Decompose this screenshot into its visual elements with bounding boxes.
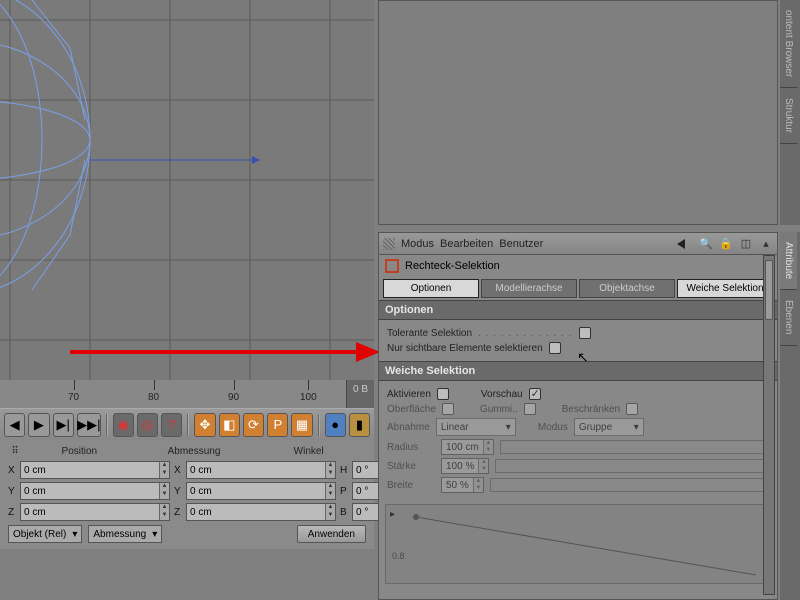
panel-grip-icon[interactable] xyxy=(383,238,395,250)
header-angle: Winkel xyxy=(251,446,366,457)
timeline-ruler[interactable]: 70 80 90 100 0 B xyxy=(0,380,374,408)
tolerant-selection-checkbox[interactable] xyxy=(579,327,591,339)
menu-edit[interactable]: Bearbeiten xyxy=(440,238,493,250)
dim-x-input[interactable]: ▲▼ xyxy=(186,461,336,479)
viewport-3d[interactable] xyxy=(0,0,374,380)
attribute-manager: Modus Bearbeiten Benutzer 🔍 🔒 ◫ ▴ Rechte… xyxy=(378,232,778,600)
side-tabs-bottom: Attribute Ebenen xyxy=(780,232,800,600)
menu-user[interactable]: Benutzer xyxy=(499,238,543,250)
surface-checkbox[interactable] xyxy=(442,403,454,415)
pos-x-input[interactable]: ▲▼ xyxy=(20,461,170,479)
search-icon[interactable]: 🔍 xyxy=(699,237,713,251)
new-window-icon[interactable]: ◫ xyxy=(739,237,753,251)
pos-y-input[interactable]: ▲▼ xyxy=(20,482,170,500)
prev-button[interactable]: ◀ xyxy=(4,413,25,437)
tab-layers[interactable]: Ebenen xyxy=(780,290,797,345)
section-soft-header: Weiche Selektion xyxy=(379,361,777,381)
header-dimension: Abmessung xyxy=(137,446,252,457)
tab-attribute[interactable]: Attribute xyxy=(780,232,797,290)
falloff-combo[interactable]: Linear▾ xyxy=(436,418,516,436)
param-tool-button[interactable]: P xyxy=(267,413,288,437)
apply-button[interactable]: Anwenden xyxy=(297,525,366,543)
side-tabs-top: ontent Browser Struktur xyxy=(780,0,800,225)
tool-name: Rechteck-Selektion xyxy=(405,260,500,272)
width-input[interactable]: 50 %▲▼ xyxy=(441,477,484,493)
strength-input[interactable]: 100 %▲▼ xyxy=(441,458,489,474)
attr-scrollbar[interactable] xyxy=(763,255,775,595)
coord-mode-combo[interactable]: Objekt (Rel) ▾ xyxy=(8,525,82,543)
tab-content-browser[interactable]: ontent Browser xyxy=(780,0,797,88)
anim-tool-button[interactable]: ▦ xyxy=(291,413,312,437)
scale-tool-button[interactable]: ◧ xyxy=(219,413,240,437)
mode-combo[interactable]: Gruppe▾ xyxy=(574,418,644,436)
strength-slider[interactable] xyxy=(495,459,769,473)
rubber-checkbox[interactable] xyxy=(524,403,536,415)
frame-counter: 0 B xyxy=(346,380,374,408)
keyframe-options-button[interactable]: ? xyxy=(161,413,182,437)
tab-soft-selection[interactable]: Weiche Selektion xyxy=(677,279,773,298)
width-slider[interactable] xyxy=(490,478,769,492)
object-manager-panel[interactable] xyxy=(378,0,778,225)
tolerant-selection-label: Tolerante Selektion xyxy=(387,328,472,339)
section-options-header: Optionen xyxy=(379,300,777,320)
playback-toolbar: ◀ ▶ ▶| ▶▶| ◉ ◎ ? ✥ ◧ ⟳ P ▦ ● ▮ xyxy=(0,408,374,440)
lock-icon[interactable]: 🔒 xyxy=(719,237,733,251)
activate-checkbox[interactable] xyxy=(437,388,449,400)
rotate-tool-button[interactable]: ⟳ xyxy=(243,413,264,437)
coordinate-manager: ⠿ Position Abmessung Winkel X▲▼ X▲▼ H▲▼ … xyxy=(0,440,374,549)
falloff-curve[interactable]: ▸ 0.8 xyxy=(385,504,771,584)
menu-mode[interactable]: Modus xyxy=(401,238,434,250)
radius-slider[interactable] xyxy=(500,440,769,454)
coord-dim-combo[interactable]: Abmessung ▾ xyxy=(88,525,162,543)
dim-y-input[interactable]: ▲▼ xyxy=(186,482,336,500)
chevron-up-icon[interactable]: ▴ xyxy=(759,237,773,251)
tab-options[interactable]: Optionen xyxy=(383,279,479,298)
play-button[interactable]: ▶ xyxy=(28,413,49,437)
goto-end-button[interactable]: ▶▶| xyxy=(77,413,101,437)
radius-input[interactable]: 100 cm▲▼ xyxy=(441,439,494,455)
tab-object-axis[interactable]: Objektachse xyxy=(579,279,675,298)
header-position: Position xyxy=(22,446,137,457)
nav-back-icon[interactable] xyxy=(677,239,685,249)
autokey-button[interactable]: ◎ xyxy=(137,413,158,437)
next-frame-button[interactable]: ▶| xyxy=(53,413,74,437)
layout-button[interactable]: ▮ xyxy=(349,413,370,437)
restrict-checkbox[interactable] xyxy=(626,403,638,415)
point-mode-button[interactable]: ● xyxy=(325,413,346,437)
tab-structure[interactable]: Struktur xyxy=(780,88,797,144)
move-tool-button[interactable]: ✥ xyxy=(194,413,215,437)
record-key-button[interactable]: ◉ xyxy=(113,413,134,437)
dim-z-input[interactable]: ▲▼ xyxy=(186,503,336,521)
pos-z-input[interactable]: ▲▼ xyxy=(20,503,170,521)
rectangle-selection-icon xyxy=(385,259,399,273)
tab-model-axis[interactable]: Modellierachse xyxy=(481,279,577,298)
visible-only-label: Nur sichtbare Elemente selektieren xyxy=(387,343,543,354)
visible-only-checkbox[interactable] xyxy=(549,342,561,354)
preview-checkbox[interactable] xyxy=(529,388,541,400)
